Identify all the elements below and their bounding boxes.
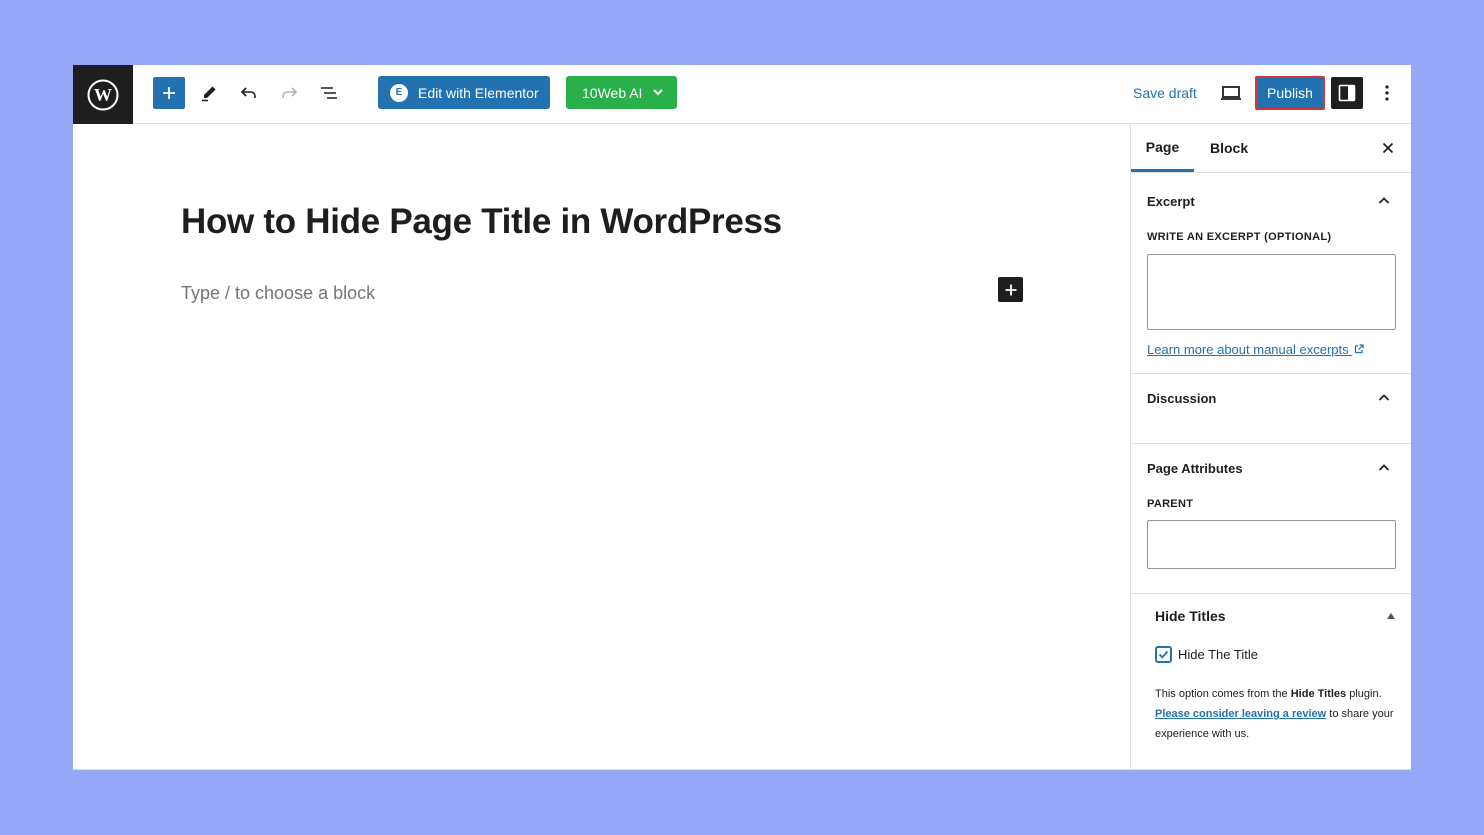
- editor-canvas: How to Hide Page Title in WordPress Type…: [73, 124, 1130, 769]
- chevron-up-icon[interactable]: [1377, 194, 1391, 208]
- discussion-panel: [1131, 374, 1411, 444]
- close-sidebar-button[interactable]: [1378, 138, 1398, 158]
- settings-sidebar: Page Block Excerpt WRITE AN EXCERPT (OPT…: [1130, 124, 1411, 769]
- tenweb-ai-button[interactable]: 10Web AI: [566, 76, 677, 109]
- undo-button[interactable]: [233, 77, 265, 109]
- excerpt-heading[interactable]: Excerpt: [1147, 194, 1195, 209]
- hide-title-checkbox[interactable]: [1155, 646, 1172, 663]
- collapse-triangle-icon[interactable]: [1387, 613, 1395, 619]
- tools-button[interactable]: [193, 77, 225, 109]
- learn-more-excerpts-link[interactable]: Learn more about manual excerpts: [1147, 342, 1364, 357]
- elementor-icon: E: [390, 83, 408, 102]
- sidebar-toggle-icon: [1338, 84, 1356, 102]
- discussion-heading[interactable]: Discussion: [1147, 391, 1216, 406]
- chevron-up-icon[interactable]: [1377, 461, 1391, 475]
- parent-field-label: PARENT: [1147, 498, 1194, 510]
- help-plugin-name: Hide Titles: [1290, 688, 1347, 700]
- more-vertical-icon: [1385, 85, 1389, 101]
- learn-more-excerpts-label: Learn more about manual excerpts: [1147, 342, 1349, 357]
- external-link-icon: [1355, 344, 1364, 354]
- page-attributes-heading[interactable]: Page Attributes: [1147, 461, 1243, 476]
- edit-with-elementor-label: Edit with Elementor: [418, 84, 539, 101]
- wordpress-logo-icon: W: [87, 79, 119, 110]
- parent-page-combobox[interactable]: [1147, 520, 1396, 569]
- options-menu-button[interactable]: [1371, 77, 1403, 109]
- tab-block[interactable]: Block: [1210, 124, 1248, 172]
- svg-text:W: W: [94, 85, 112, 105]
- block-placeholder[interactable]: Type / to choose a block: [181, 283, 375, 304]
- close-icon: [1382, 142, 1394, 154]
- desktop-preview-icon: [1221, 86, 1241, 100]
- excerpt-field-label: WRITE AN EXCERPT (OPTIONAL): [1147, 231, 1332, 243]
- edit-with-elementor-button[interactable]: E Edit with Elementor: [378, 76, 550, 109]
- leave-review-link[interactable]: Please consider leaving a review: [1155, 708, 1326, 720]
- help-prefix: This option comes from the: [1155, 688, 1291, 700]
- tenweb-ai-label: 10Web AI: [582, 84, 643, 101]
- save-draft-button[interactable]: Save draft: [1125, 77, 1205, 109]
- sidebar-tabs: Page Block: [1131, 124, 1411, 173]
- editor-toolbar: W E Edit with Elementor 10Web AI Save dr…: [73, 65, 1411, 124]
- add-block-button[interactable]: [998, 277, 1023, 302]
- excerpt-textarea[interactable]: [1147, 254, 1396, 330]
- block-inserter-toggle[interactable]: [153, 77, 185, 109]
- redo-icon: [282, 87, 298, 98]
- tab-page[interactable]: Page: [1131, 124, 1194, 172]
- checkmark-icon: [1158, 650, 1169, 659]
- redo-button[interactable]: [273, 77, 305, 109]
- settings-sidebar-toggle[interactable]: [1331, 77, 1363, 109]
- hide-titles-heading[interactable]: Hide Titles: [1155, 608, 1226, 624]
- help-mid: plugin.: [1346, 688, 1382, 700]
- post-title[interactable]: How to Hide Page Title in WordPress: [181, 202, 782, 242]
- publish-button[interactable]: Publish: [1255, 76, 1325, 110]
- preview-button[interactable]: [1215, 77, 1247, 109]
- plus-icon: [163, 87, 175, 99]
- chevron-up-icon[interactable]: [1377, 391, 1391, 405]
- hide-titles-help-text: This option comes from the Hide Titles p…: [1155, 684, 1395, 744]
- block-editor: W E Edit with Elementor 10Web AI Save dr…: [73, 65, 1411, 770]
- wordpress-logo-button[interactable]: W: [73, 65, 133, 124]
- list-view-icon: [321, 87, 337, 99]
- plus-icon: [1005, 284, 1016, 295]
- hide-title-label[interactable]: Hide The Title: [1178, 647, 1258, 662]
- chevron-down-icon: [653, 89, 663, 96]
- document-overview-button[interactable]: [313, 77, 345, 109]
- undo-icon: [240, 87, 256, 98]
- pencil-icon: [202, 86, 216, 102]
